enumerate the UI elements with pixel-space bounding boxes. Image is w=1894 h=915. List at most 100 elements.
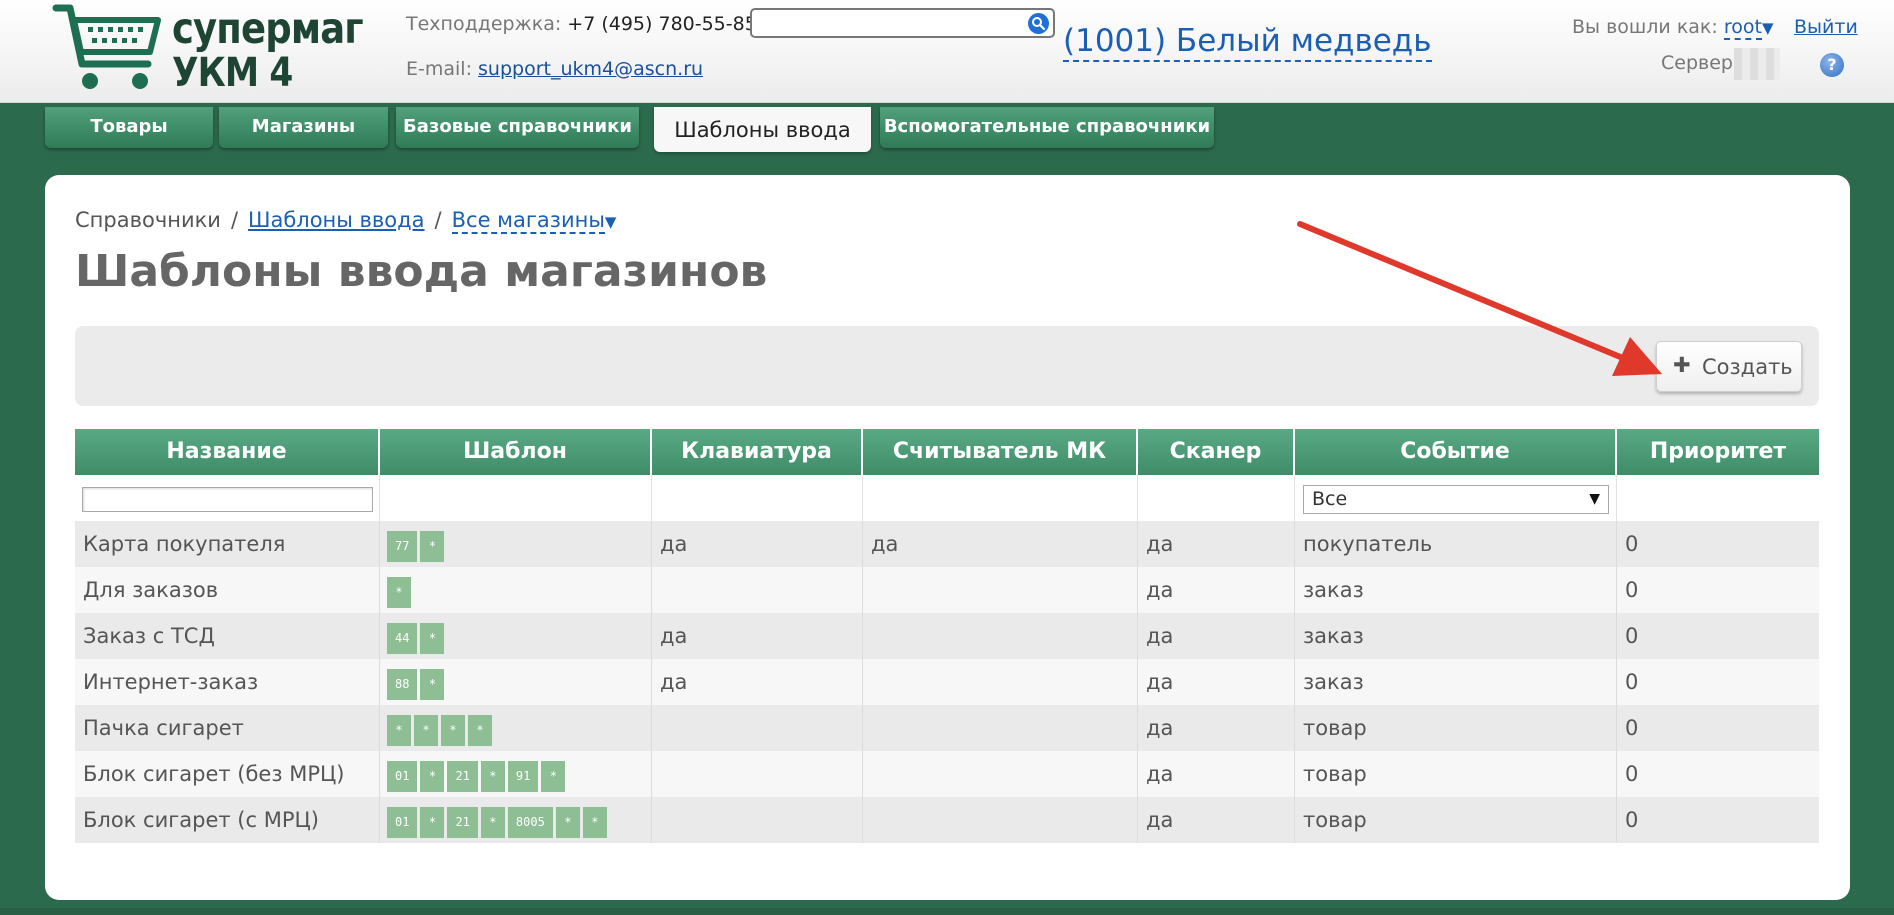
name-filter-input[interactable] <box>82 487 373 512</box>
filter-cell-empty <box>1138 475 1295 521</box>
cell-keyboard <box>652 705 863 751</box>
cell-keyboard <box>652 567 863 613</box>
cell-scanner: да <box>1138 705 1295 751</box>
template-chip: * <box>420 531 445 562</box>
tab-base-references[interactable]: Базовые справочники <box>396 107 639 148</box>
filter-cell-empty <box>1617 475 1819 521</box>
cell-keyboard: да <box>652 659 863 705</box>
filter-cell-name <box>75 475 380 521</box>
cell-event: заказ <box>1295 567 1617 613</box>
tab-stores[interactable]: Магазины <box>219 107 388 148</box>
template-chip: * <box>387 715 411 746</box>
store-scope-dropdown[interactable]: Все магазины <box>451 208 605 234</box>
support-label: Техподдержка: <box>406 13 562 35</box>
column-header-name[interactable]: Название <box>75 429 380 475</box>
store-selector[interactable]: (1001) Белый медведь <box>1063 22 1432 62</box>
template-chip: * <box>541 761 566 792</box>
template-chips: * <box>387 577 411 608</box>
column-header-scanner[interactable]: Сканер <box>1138 429 1295 475</box>
cell-name: Пачка сигарет <box>75 705 380 751</box>
server-label: Сервер: <box>1661 52 1740 74</box>
username-dropdown[interactable]: root <box>1723 16 1762 40</box>
cell-name: Для заказов <box>75 567 380 613</box>
create-button[interactable]: ✚ Создать <box>1656 341 1802 392</box>
logged-as-label: Вы вошли как: <box>1572 16 1718 38</box>
cell-name: Блок сигарет (без МРЦ) <box>75 751 380 797</box>
cell-priority: 0 <box>1625 808 1639 832</box>
cell-priority: 0 <box>1625 716 1639 740</box>
cell-priority: 0 <box>1625 578 1639 602</box>
template-chip: * <box>468 715 492 746</box>
column-header-card-reader[interactable]: Считыватель МК <box>863 429 1138 475</box>
breadcrumb-section-link[interactable]: Шаблоны ввода <box>248 208 425 232</box>
cell-scanner: да <box>1138 797 1295 843</box>
tab-auxiliary-references[interactable]: Вспомогательные справочники <box>880 107 1214 148</box>
cell-event: заказ <box>1295 613 1617 659</box>
cell-priority: 0 <box>1625 532 1639 556</box>
caret-down-icon[interactable]: ▼ <box>1762 19 1774 37</box>
toolbar <box>75 326 1819 406</box>
cell-template: 44 * <box>380 613 652 659</box>
template-chip: * <box>480 761 505 792</box>
template-chip: * <box>582 807 607 838</box>
search-input[interactable] <box>750 8 1055 38</box>
template-chip: 44 <box>387 623 418 654</box>
cell-card-reader <box>863 567 1138 613</box>
supermag-logo[interactable]: супермаг УКМ 4 <box>52 2 364 96</box>
support-email-link[interactable]: support_ukm4@ascn.ru <box>478 58 703 80</box>
table-row[interactable]: Заказ с ТСД 44 * да да заказ 0 <box>75 613 1819 659</box>
support-phone-number: +7 (495) 780-55-85 <box>567 13 757 35</box>
template-chips: 01 * 21 * 91 * <box>387 761 566 792</box>
template-chip: * <box>387 577 411 608</box>
cell-priority: 0 <box>1625 670 1639 694</box>
template-chip: 8005 <box>507 807 553 838</box>
table-row[interactable]: Интернет-заказ 88 * да да заказ 0 <box>75 659 1819 705</box>
table-row[interactable]: Карта покупателя 77 * да да да покупатель 0 <box>75 521 1819 567</box>
template-chip: * <box>420 761 445 792</box>
template-chip: * <box>441 715 465 746</box>
event-filter-value: Все <box>1312 488 1348 510</box>
cell-keyboard <box>652 751 863 797</box>
help-icon[interactable]: ? <box>1820 53 1844 77</box>
table-row[interactable]: Блок сигарет (без МРЦ) 01 * 21 * 91 * да товар 0 <box>75 751 1819 797</box>
column-header-priority[interactable]: Приоритет <box>1617 429 1819 475</box>
cell-template: * <box>380 567 652 613</box>
cell-card-reader <box>863 659 1138 705</box>
event-filter-select[interactable]: Все ▼ <box>1303 485 1609 514</box>
tab-goods[interactable]: Товары <box>45 107 213 148</box>
filter-row: Все ▼ <box>75 475 1819 521</box>
cell-template: * * * * <box>380 705 652 751</box>
search-button[interactable] <box>1028 13 1049 34</box>
template-chips: 88 * <box>387 669 445 700</box>
cell-template: 88 * <box>380 659 652 705</box>
cell-template: 77 * <box>380 521 652 567</box>
chevron-down-icon: ▼ <box>1589 491 1600 507</box>
cell-template: 01 * 21 * 91 * <box>380 751 652 797</box>
column-header-keyboard[interactable]: Клавиатура <box>652 429 863 475</box>
filter-cell-empty <box>652 475 863 521</box>
breadcrumb-separator: / <box>434 208 442 232</box>
cell-event: заказ <box>1295 659 1617 705</box>
column-header-template[interactable]: Шаблон <box>380 429 652 475</box>
cell-name: Заказ с ТСД <box>75 613 380 659</box>
brand-product: УКМ 4 <box>172 50 293 96</box>
template-chip: 91 <box>507 761 539 792</box>
login-info: Вы вошли как: root▼ <box>1572 16 1774 40</box>
template-chips: 77 * <box>387 531 445 562</box>
table-row[interactable]: Блок сигарет (с МРЦ) 01 * 21 * 8005 * * да товар 0 <box>75 797 1819 843</box>
cell-scanner: да <box>1138 521 1295 567</box>
tab-input-templates[interactable]: Шаблоны ввода <box>654 107 871 152</box>
cell-name: Карта покупателя <box>75 521 380 567</box>
template-chip: 77 <box>387 531 418 562</box>
column-header-event[interactable]: Событие <box>1295 429 1617 475</box>
caret-down-icon[interactable]: ▼ <box>605 213 617 231</box>
cell-priority: 0 <box>1625 762 1639 786</box>
cell-name: Интернет-заказ <box>75 659 380 705</box>
cell-card-reader <box>863 613 1138 659</box>
breadcrumb-root: Справочники <box>75 208 221 232</box>
create-button-label: Создать <box>1702 355 1793 379</box>
plus-icon: ✚ <box>1673 353 1691 377</box>
table-row[interactable]: Пачка сигарет * * * * да товар 0 <box>75 705 1819 751</box>
table-row[interactable]: Для заказов * да заказ 0 <box>75 567 1819 613</box>
logout-link[interactable]: Выйти <box>1794 16 1858 38</box>
